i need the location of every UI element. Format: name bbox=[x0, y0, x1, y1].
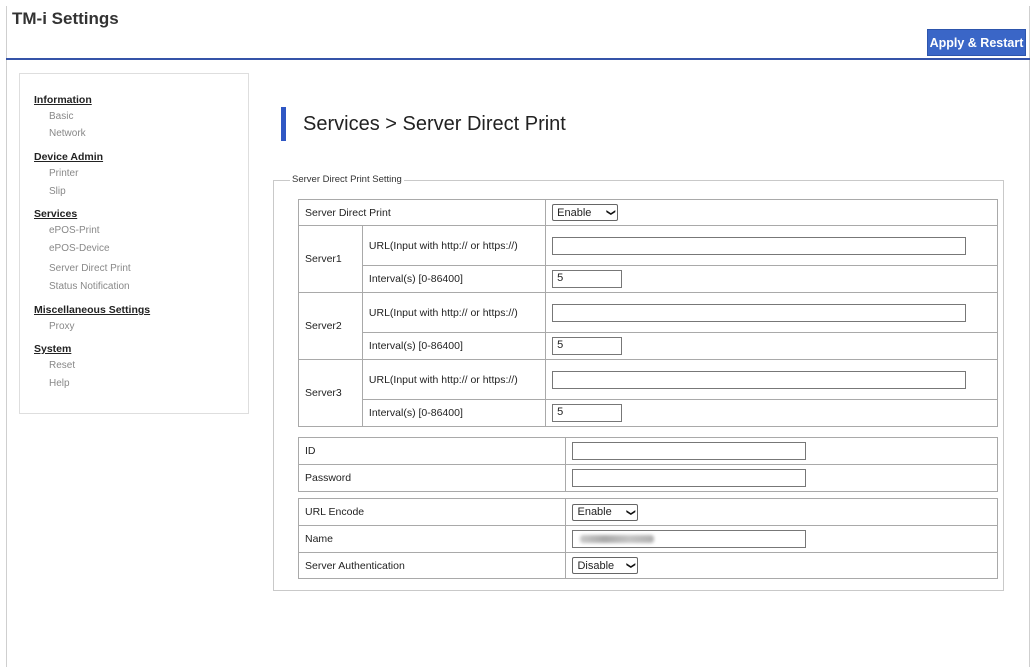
server2-interval-input[interactable]: 5 bbox=[552, 337, 623, 355]
nav-item-reset[interactable]: Reset bbox=[49, 360, 75, 371]
credentials-table: ID Password bbox=[297, 437, 998, 492]
server-direct-print-select[interactable]: Enable ❯ bbox=[552, 204, 619, 221]
server2-url-cell bbox=[545, 292, 998, 333]
server2-label: Server2 bbox=[298, 292, 363, 360]
server1-label: Server1 bbox=[298, 225, 363, 293]
id-label: ID bbox=[297, 437, 567, 465]
nav-group-information[interactable]: Information bbox=[34, 94, 92, 106]
server3-url-input[interactable] bbox=[552, 370, 967, 389]
server-direct-print-value: Enable bbox=[557, 206, 592, 219]
fieldset-legend: Server Direct Print Setting bbox=[290, 174, 404, 185]
apply-restart-button[interactable]: Apply & Restart bbox=[927, 29, 1026, 56]
nav-item-status-notification[interactable]: Status Notification bbox=[49, 281, 130, 292]
nav-item-help[interactable]: Help bbox=[49, 378, 70, 389]
url-encode-cell: Enable ❯ bbox=[565, 498, 998, 526]
url-encode-label: URL Encode bbox=[297, 498, 567, 526]
nav-item-epos-print[interactable]: ePOS-Print bbox=[49, 225, 100, 236]
server1-interval-cell: 5 bbox=[545, 265, 998, 293]
chevron-down-icon: ❯ bbox=[626, 508, 637, 516]
app-title: TM-i Settings bbox=[12, 9, 119, 28]
server-authentication-label: Server Authentication bbox=[297, 552, 567, 579]
password-label: Password bbox=[297, 464, 567, 492]
server3-url-label: URL(Input with http:// or https://) bbox=[361, 359, 547, 400]
server3-label: Server3 bbox=[298, 359, 363, 427]
name-label: Name bbox=[297, 525, 567, 553]
server2-interval-label: Interval(s) [0-86400] bbox=[361, 332, 547, 360]
url-encode-value: Enable bbox=[577, 506, 612, 518]
server1-url-cell bbox=[545, 225, 998, 266]
server3-interval-input[interactable]: 5 bbox=[552, 404, 623, 422]
nav-item-printer[interactable]: Printer bbox=[49, 168, 78, 179]
server3-interval-label: Interval(s) [0-86400] bbox=[361, 399, 547, 427]
chevron-down-icon: ❯ bbox=[626, 561, 637, 570]
nav-group-device-admin[interactable]: Device Admin bbox=[34, 151, 103, 163]
server-direct-print-table: Server Direct Print Enable ❯ Server1 URL… bbox=[297, 199, 998, 427]
nav-item-network[interactable]: Network bbox=[49, 128, 86, 139]
nav-item-basic[interactable]: Basic bbox=[49, 111, 73, 122]
server1-interval-input[interactable]: 5 bbox=[552, 270, 623, 288]
nav-item-server-direct-print[interactable]: Server Direct Print bbox=[49, 263, 131, 274]
server-authentication-cell: Disable ❯ bbox=[565, 552, 998, 579]
id-cell bbox=[565, 437, 998, 465]
id-input[interactable] bbox=[572, 442, 807, 460]
server-direct-print-label: Server Direct Print bbox=[297, 199, 547, 226]
server3-interval-cell: 5 bbox=[545, 399, 998, 427]
server2-url-label: URL(Input with http:// or https://) bbox=[361, 292, 547, 333]
url-encode-select[interactable]: Enable ❯ bbox=[572, 503, 639, 521]
nav-group-system[interactable]: System bbox=[34, 343, 71, 355]
server-authentication-select[interactable]: Disable ❯ bbox=[572, 557, 639, 574]
server2-url-input[interactable] bbox=[552, 303, 967, 322]
header-divider bbox=[6, 58, 1030, 60]
server1-url-label: URL(Input with http:// or https://) bbox=[361, 225, 547, 266]
server2-interval-cell: 5 bbox=[545, 332, 998, 360]
nav-item-slip[interactable]: Slip bbox=[49, 186, 66, 197]
nav-item-epos-device[interactable]: ePOS-Device bbox=[49, 243, 110, 254]
server3-url-cell bbox=[545, 359, 998, 400]
page-title-accent bbox=[281, 107, 286, 141]
server-authentication-value: Disable bbox=[577, 559, 615, 572]
server1-url-input[interactable] bbox=[552, 236, 967, 255]
nav-group-services[interactable]: Services bbox=[34, 208, 77, 220]
chevron-down-icon: ❯ bbox=[605, 208, 616, 217]
page-title: Services > Server Direct Print bbox=[303, 113, 566, 135]
nav-group-miscellaneous-settings[interactable]: Miscellaneous Settings bbox=[34, 304, 150, 316]
server1-interval-label: Interval(s) [0-86400] bbox=[361, 265, 547, 293]
server-direct-print-cell: Enable ❯ bbox=[545, 199, 998, 226]
nav-item-proxy[interactable]: Proxy bbox=[49, 321, 75, 332]
password-input[interactable] bbox=[572, 469, 807, 487]
name-redacted-value bbox=[580, 535, 654, 543]
password-cell bbox=[565, 464, 998, 492]
